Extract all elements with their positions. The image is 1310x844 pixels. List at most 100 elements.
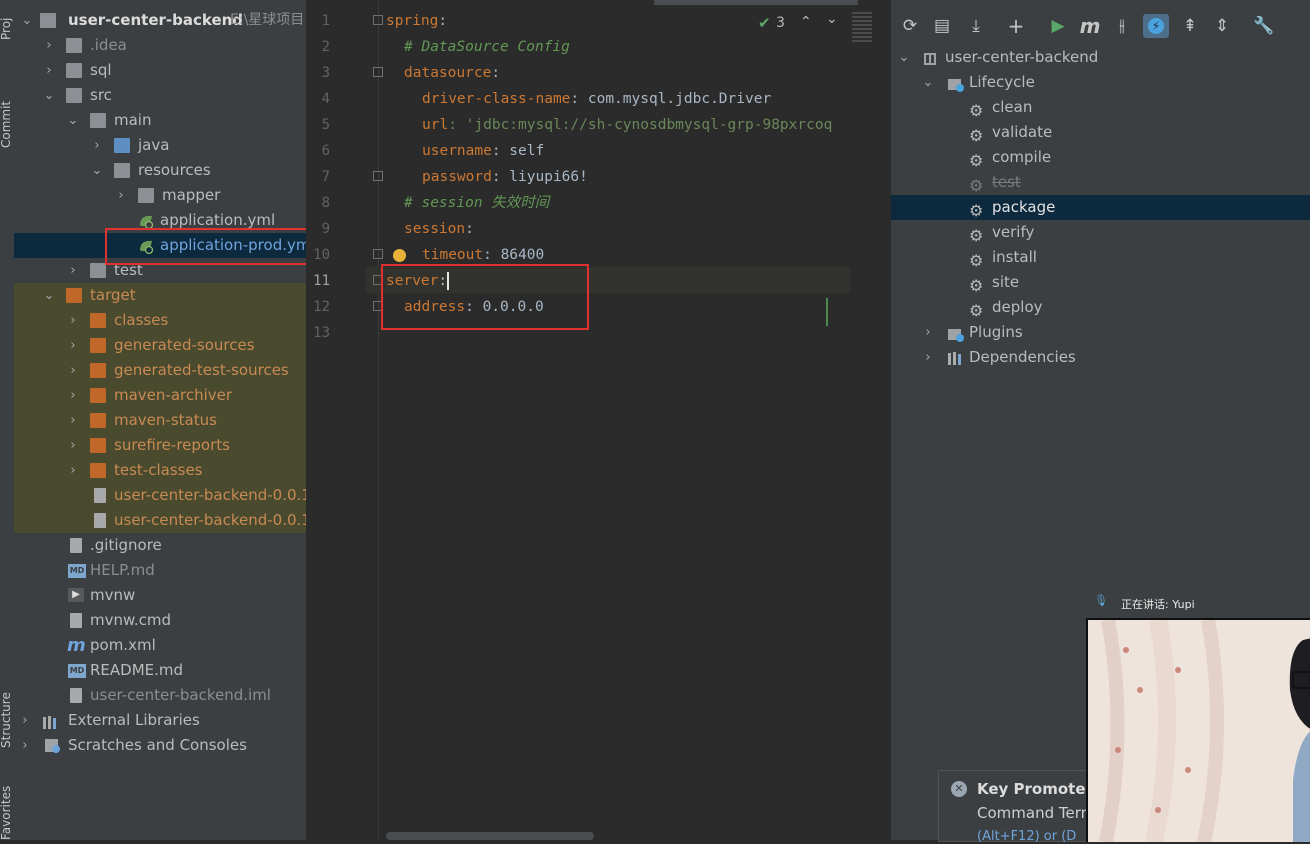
tree-row-main[interactable]: ⌄ main bbox=[14, 108, 306, 133]
spring-yaml-icon bbox=[138, 212, 154, 230]
tree-label: maven-status bbox=[114, 411, 217, 429]
chevron-right-icon[interactable]: › bbox=[921, 320, 935, 345]
code-editor[interactable]: 1 2 3 4 5 6 7 8 9 10 11 12 13 ✔ 3 ⌃ ⌄ sp… bbox=[306, 0, 890, 840]
chevron-down-icon[interactable]: ⌄ bbox=[42, 283, 56, 308]
toggle-offline-icon[interactable]: ⫲ bbox=[1109, 14, 1135, 38]
key-promoter-shortcut-link[interactable]: (Alt+F12) or (D bbox=[977, 829, 1076, 844]
tree-row-mapper[interactable]: › mapper bbox=[14, 183, 306, 208]
chevron-right-icon[interactable]: › bbox=[66, 433, 80, 458]
chevron-down-icon[interactable]: ⌄ bbox=[897, 45, 911, 70]
chevron-right-icon[interactable]: › bbox=[42, 58, 56, 83]
chevron-right-icon[interactable]: › bbox=[66, 383, 80, 408]
key-promoter-notification[interactable]: ✕ Key Promoter X Command Terr (Alt+F12) … bbox=[938, 770, 1110, 844]
chevron-right-icon[interactable]: › bbox=[66, 358, 80, 383]
tree-label: pom.xml bbox=[90, 636, 156, 654]
maven-goal-row[interactable]: ⚙ verify bbox=[891, 220, 1310, 245]
fold-icon[interactable] bbox=[373, 67, 383, 77]
tree-row-generated-sources[interactable]: › generated-sources bbox=[14, 333, 306, 358]
fold-icon[interactable] bbox=[373, 171, 383, 181]
tree-row-sql[interactable]: › sql bbox=[14, 58, 306, 83]
chevron-right-icon[interactable]: › bbox=[66, 458, 80, 483]
chevron-right-icon[interactable]: › bbox=[42, 33, 56, 58]
favorites-tool-tab[interactable]: Favorites bbox=[0, 776, 15, 840]
tree-row-surefire-reports[interactable]: › surefire-reports bbox=[14, 433, 306, 458]
fold-icon[interactable] bbox=[373, 249, 383, 259]
project-tool-tab[interactable]: Proj bbox=[0, 0, 15, 40]
chevron-right-icon[interactable]: › bbox=[66, 308, 80, 333]
maven-project-row[interactable]: ⌄ user-center-backend bbox=[891, 45, 1310, 70]
tree-row-external-libraries[interactable]: › External Libraries bbox=[14, 708, 306, 733]
code-line-3: datasource: bbox=[386, 60, 890, 86]
maven-goal-row[interactable]: ⚙ deploy bbox=[891, 295, 1310, 320]
folder-icon bbox=[66, 38, 82, 53]
maven-goal-row[interactable]: ⚙ clean bbox=[891, 95, 1310, 120]
maven-goal-row-skipped[interactable]: ⚙ test bbox=[891, 170, 1310, 195]
horizontal-scrollbar[interactable] bbox=[386, 832, 594, 840]
maven-lifecycle-row[interactable]: ⌄ Lifecycle bbox=[891, 70, 1310, 95]
tree-row-root[interactable]: ⌄ user-center-backend E:\星球项目 bbox=[14, 8, 306, 33]
maven-goal-row[interactable]: ⚙ site bbox=[891, 270, 1310, 295]
tree-row-iml[interactable]: user-center-backend.iml bbox=[14, 683, 306, 708]
chevron-down-icon[interactable]: ⌄ bbox=[20, 8, 34, 33]
maven-goal-row[interactable]: ⚙ install bbox=[891, 245, 1310, 270]
maven-goal-row-selected[interactable]: ⚙ package bbox=[891, 195, 1310, 220]
fold-icon[interactable] bbox=[373, 15, 383, 25]
tree-row-resources[interactable]: ⌄ resources bbox=[14, 158, 306, 183]
skip-tests-icon[interactable]: ⚡ bbox=[1143, 14, 1169, 38]
maven-plugins-row[interactable]: › Plugins bbox=[891, 320, 1310, 345]
voice-indicator-text: 正在讲话: Yupi bbox=[1121, 598, 1195, 611]
maven-project-icon bbox=[923, 50, 939, 66]
chevron-right-icon[interactable]: › bbox=[18, 733, 32, 758]
tree-label: External Libraries bbox=[68, 711, 200, 729]
tree-row-target[interactable]: ⌄ target bbox=[14, 283, 306, 308]
maven-goal-row[interactable]: ⚙ compile bbox=[891, 145, 1310, 170]
structure-tool-tab[interactable]: Structure bbox=[0, 670, 15, 748]
maven-dependencies-row[interactable]: › Dependencies bbox=[891, 345, 1310, 370]
chevron-right-icon[interactable]: › bbox=[921, 345, 935, 370]
maven-goal-row[interactable]: ⚙ validate bbox=[891, 120, 1310, 145]
tree-row-jar-original[interactable]: user-center-backend-0.0.1- bbox=[14, 508, 306, 533]
tree-row-readme[interactable]: MD README.md bbox=[14, 658, 306, 683]
tree-row-jar[interactable]: user-center-backend-0.0.1- bbox=[14, 483, 306, 508]
settings-icon[interactable]: 🔧 bbox=[1251, 14, 1277, 38]
reload-icon[interactable]: ⟳ bbox=[897, 14, 923, 38]
line-number-current: 11 bbox=[313, 273, 330, 289]
chevron-right-icon[interactable]: › bbox=[18, 708, 32, 733]
tree-row-mvnw-cmd[interactable]: mvnw.cmd bbox=[14, 608, 306, 633]
download-icon[interactable]: ⤓ bbox=[963, 14, 989, 38]
chevron-down-icon[interactable]: ⌄ bbox=[921, 70, 935, 95]
line-number: 12 bbox=[313, 299, 330, 315]
tree-row-gitignore[interactable]: .gitignore bbox=[14, 533, 306, 558]
chevron-right-icon[interactable]: › bbox=[66, 408, 80, 433]
collapse-icon[interactable]: ⇕ bbox=[1209, 14, 1235, 38]
chevron-right-icon[interactable]: › bbox=[114, 183, 128, 208]
chevron-right-icon[interactable]: › bbox=[66, 258, 80, 283]
tree-row-idea[interactable]: › .idea bbox=[14, 33, 306, 58]
add-icon[interactable]: + bbox=[1003, 14, 1029, 38]
run-icon[interactable]: ▶ bbox=[1045, 14, 1071, 38]
chevron-right-icon[interactable]: › bbox=[66, 333, 80, 358]
tree-row-src[interactable]: ⌄ src bbox=[14, 83, 306, 108]
add-maven-project-icon[interactable]: ▤ bbox=[929, 14, 955, 38]
chevron-down-icon[interactable]: ⌄ bbox=[42, 83, 56, 108]
tree-row-generated-test-sources[interactable]: › generated-test-sources bbox=[14, 358, 306, 383]
tree-row-classes[interactable]: › classes bbox=[14, 308, 306, 333]
tree-row-maven-archiver[interactable]: › maven-archiver bbox=[14, 383, 306, 408]
tree-row-test-classes[interactable]: › test-classes bbox=[14, 458, 306, 483]
tree-row-mvnw[interactable]: ▶ mvnw bbox=[14, 583, 306, 608]
commit-tool-tab[interactable]: Commit bbox=[0, 78, 15, 148]
chevron-right-icon[interactable]: › bbox=[90, 133, 104, 158]
tree-row-java[interactable]: › java bbox=[14, 133, 306, 158]
tree-row-scratches[interactable]: › Scratches and Consoles bbox=[14, 733, 306, 758]
tree-row-pom[interactable]: m pom.xml bbox=[14, 633, 306, 658]
maven-goal-icon[interactable]: m bbox=[1077, 14, 1103, 38]
tree-label: test-classes bbox=[114, 461, 203, 479]
tree-label: generated-sources bbox=[114, 336, 255, 354]
chevron-down-icon[interactable]: ⌄ bbox=[90, 158, 104, 183]
show-dependencies-icon[interactable]: ⇞ bbox=[1177, 14, 1203, 38]
yaml-colon: : bbox=[438, 13, 448, 29]
chevron-down-icon[interactable]: ⌄ bbox=[66, 108, 80, 133]
code-line-2: # DataSource Config bbox=[386, 34, 890, 60]
tree-row-help[interactable]: MD HELP.md bbox=[14, 558, 306, 583]
tree-row-maven-status[interactable]: › maven-status bbox=[14, 408, 306, 433]
